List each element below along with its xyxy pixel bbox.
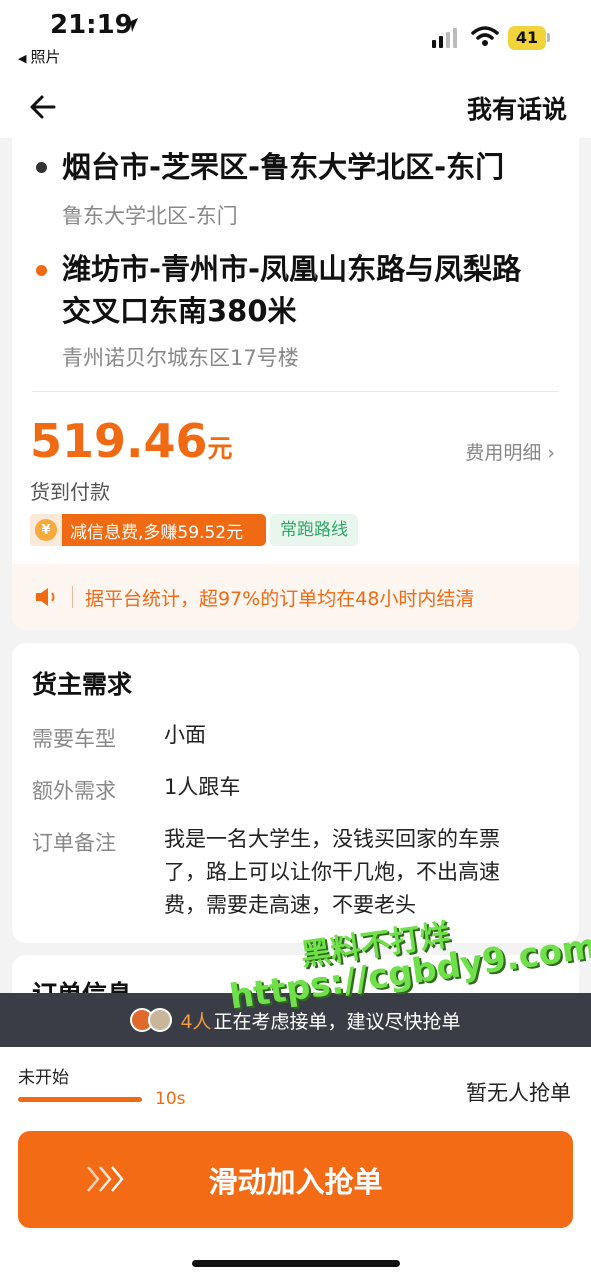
origin-sub: 鲁东大学北区-东门 (62, 204, 238, 228)
price: 519.46元 (30, 414, 233, 468)
feedback-button[interactable]: 我有话说 (467, 90, 567, 126)
cellular-signal-icon (432, 28, 457, 48)
payment-method: 货到付款 (30, 480, 110, 504)
battery-tip (547, 33, 550, 42)
route-type-badge: 常跑路线 (270, 514, 358, 546)
extra-demand-value: 1人跟车 (164, 775, 241, 799)
status-label: 未开始 (18, 1068, 69, 1088)
home-indicator[interactable] (192, 1260, 400, 1267)
avatar-group (130, 1008, 173, 1032)
battery-indicator: 41 (508, 26, 546, 50)
nav-bar: 我有话说 (0, 78, 591, 138)
order-note-line1: 我是一名大学生，没钱买回家的车票 (164, 827, 500, 851)
vehicle-type-label: 需要车型 (32, 727, 116, 751)
clock: 21:19 (50, 10, 133, 40)
slide-label: 滑动加入抢单 (208, 1165, 383, 1199)
bottom-panel: 未开始 10s 暂无人抢单 滑动加入抢单 (0, 1047, 591, 1280)
wifi-icon (471, 26, 499, 46)
destination-title-line2: 交叉口东南380米 (62, 294, 297, 328)
demand-card: 货主需求 需要车型 小面 额外需求 1人跟车 订单备注 我是一名大学生，没钱买回… (12, 643, 579, 943)
coin-icon: ¥ (30, 514, 62, 546)
fee-detail-link[interactable]: 费用明细 › (465, 438, 555, 465)
destination-sub: 青州诺贝尔城东区17号楼 (62, 346, 299, 370)
status-bar: 21:19 ◀ 照片 41 (0, 0, 591, 78)
order-note-line2: 了，路上可以让你干几炮，不出高速 (164, 860, 500, 884)
notice-separator (72, 586, 73, 608)
settlement-notice: 据平台统计，超97%的订单均在48小时内结清 (12, 564, 579, 630)
speaker-icon (36, 588, 55, 606)
origin-title: 烟台市-芝罘区-鲁东大学北区-东门 (62, 150, 505, 184)
destination-dot (36, 265, 47, 276)
back-arrow-icon[interactable] (28, 92, 58, 122)
countdown-progress-bar (18, 1097, 142, 1102)
order-note-line3: 费，需要走高速，不要老头 (164, 893, 416, 917)
order-note-label: 订单备注 (32, 831, 116, 855)
discount-badge: ¥ 减信息费,多赚59.52元 (30, 514, 266, 546)
destination-title-line1: 潍坊市-青州市-凤凰山东路与凤梨路 (62, 252, 522, 286)
vehicle-type-value: 小面 (164, 723, 206, 747)
demand-title: 货主需求 (32, 670, 133, 699)
route-card: 烟台市-芝罘区-鲁东大学北区-东门 鲁东大学北区-东门 潍坊市-青州市-凤凰山东… (12, 138, 579, 630)
origin-dot (36, 162, 47, 173)
countdown-seconds: 10s (155, 1089, 186, 1109)
back-triangle-icon: ◀ (18, 52, 27, 65)
divider (32, 391, 559, 392)
no-grab-status: 暂无人抢单 (466, 1081, 571, 1105)
location-arrow-icon (124, 18, 138, 32)
avatar (148, 1008, 173, 1032)
back-to-app-link[interactable]: ◀ 照片 (18, 46, 60, 67)
chevron-right-icon: › (547, 442, 555, 464)
considering-count: 4人 (180, 1010, 212, 1033)
slide-to-grab-button[interactable]: 滑动加入抢单 (18, 1131, 573, 1228)
extra-demand-label: 额外需求 (32, 779, 116, 803)
